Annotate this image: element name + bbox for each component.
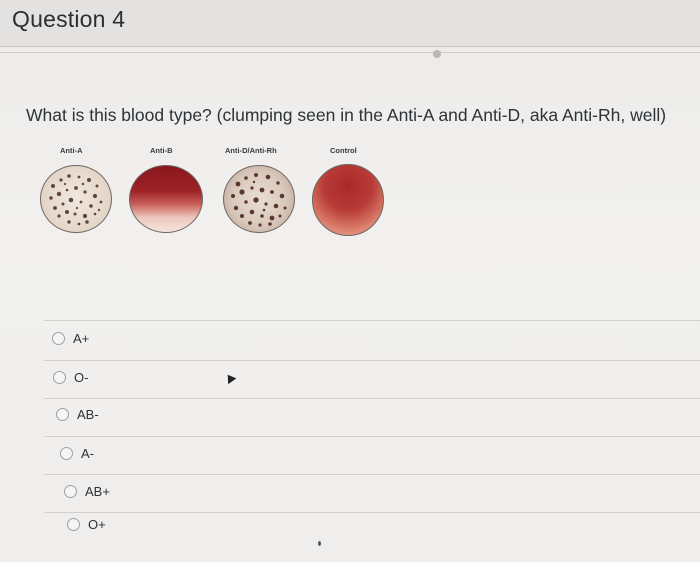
blood-typing-figure: Anti-A Anti-B Anti-D/Anti-Rh Control <box>32 140 392 240</box>
clump-pattern-anti-d <box>231 173 287 227</box>
answer-option-a-minus[interactable]: A- <box>60 446 94 461</box>
question-prompt: What is this blood type? (clumping seen … <box>26 105 667 125</box>
well-label-control: Control <box>330 146 357 155</box>
option-label: AB- <box>77 407 99 422</box>
radio-button[interactable] <box>64 485 77 498</box>
quiz-page: Question 4 What is this blood type? (clu… <box>0 0 700 562</box>
answer-option-ab-plus[interactable]: AB+ <box>64 484 110 499</box>
radio-button[interactable] <box>67 518 80 531</box>
header-divider <box>0 52 700 53</box>
answer-divider <box>44 320 700 321</box>
radio-button[interactable] <box>60 447 73 460</box>
answer-option-o-minus[interactable]: O- <box>53 370 88 385</box>
mouse-cursor-icon <box>223 371 237 385</box>
header-dot-mark <box>433 50 441 58</box>
well-anti-a <box>40 165 112 233</box>
option-label: A+ <box>73 331 90 346</box>
question-title: Question 4 <box>12 6 126 32</box>
answer-option-ab-minus[interactable]: AB- <box>56 407 99 422</box>
answer-option-a-plus[interactable]: A+ <box>52 331 89 346</box>
answer-divider <box>44 512 700 513</box>
well-control <box>312 164 384 236</box>
well-label-anti-d: Anti-D/Anti-Rh <box>225 146 277 155</box>
answer-option-o-plus[interactable]: O+ <box>67 517 106 532</box>
well-label-anti-b: Anti-B <box>150 146 173 155</box>
option-label: A- <box>81 446 94 461</box>
screen-speck <box>318 541 321 546</box>
question-header: Question 4 <box>0 0 700 47</box>
answer-divider <box>44 360 700 361</box>
option-label: AB+ <box>85 484 110 499</box>
radio-button[interactable] <box>56 408 69 421</box>
radio-button[interactable] <box>53 371 66 384</box>
option-label: O+ <box>88 517 106 532</box>
well-anti-d <box>223 165 295 233</box>
well-anti-b <box>129 165 203 233</box>
answer-divider <box>44 436 700 437</box>
well-label-anti-a: Anti-A <box>60 146 83 155</box>
clump-pattern-anti-a <box>49 174 103 226</box>
answer-divider <box>44 474 700 475</box>
answer-divider <box>44 398 700 399</box>
option-label: O- <box>74 370 89 385</box>
radio-button[interactable] <box>52 332 65 345</box>
